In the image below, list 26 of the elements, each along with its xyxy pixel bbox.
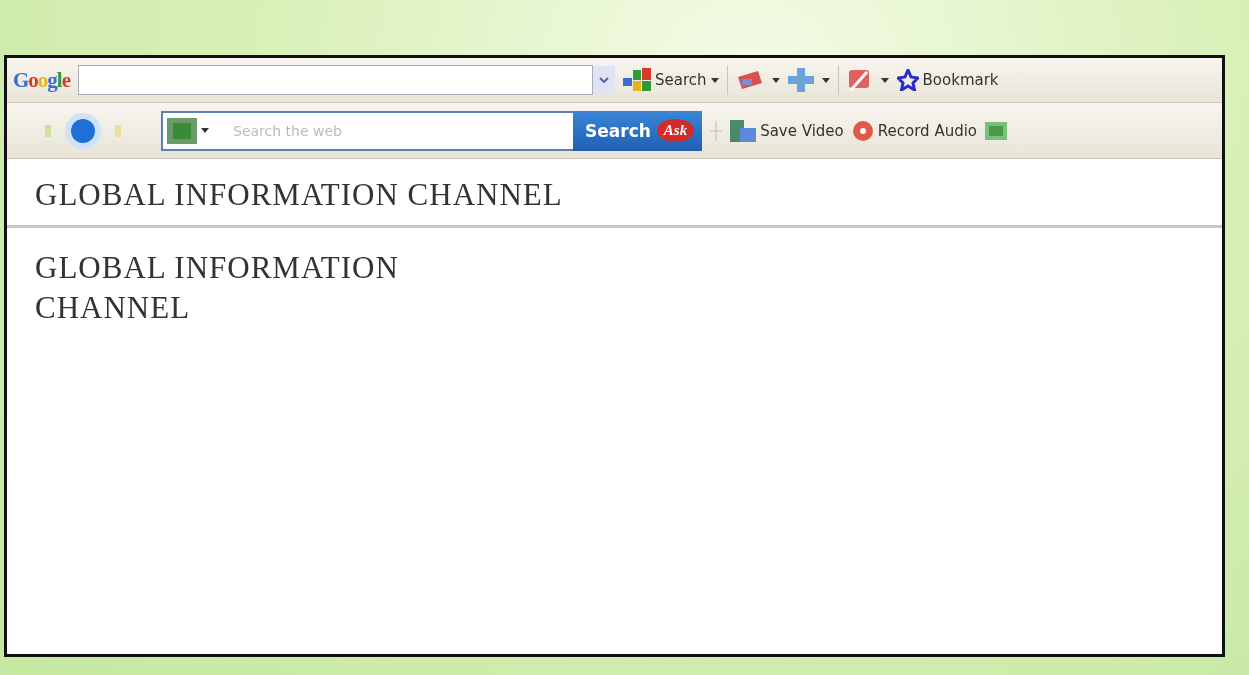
- google-logo: Google: [13, 67, 70, 93]
- record-audio-button[interactable]: Record Audio: [851, 119, 977, 142]
- plus-icon[interactable]: [787, 68, 814, 92]
- bookmarks-button[interactable]: Bookmark: [896, 69, 999, 91]
- dropdown-button[interactable]: [593, 66, 615, 94]
- star-icon: [896, 69, 919, 91]
- page-heading: GLOBAL INFORMATION CHANNEL: [35, 177, 564, 213]
- search-field[interactable]: Search the web: [213, 110, 573, 151]
- record-icon: [851, 119, 874, 142]
- caret-icon: [821, 77, 830, 83]
- search-button[interactable]: Search: [623, 68, 719, 92]
- money-icon[interactable]: [985, 121, 1007, 140]
- search-field[interactable]: [78, 65, 593, 95]
- chevron-icon: [599, 77, 609, 83]
- film-icon: [730, 117, 757, 144]
- separator-icon: [710, 120, 723, 141]
- caret-icon: [771, 77, 780, 83]
- page-text: GLOBAL INFORMATION CHANNEL: [35, 249, 400, 327]
- caret-icon: [880, 77, 889, 83]
- toolbar-icon: [167, 117, 197, 144]
- caret-icon: [201, 128, 209, 133]
- save-video-button[interactable]: Save Video: [730, 117, 844, 144]
- blocks-icon: [623, 68, 651, 92]
- search-button[interactable]: Search Ask: [573, 110, 703, 151]
- engine-selector[interactable]: [161, 110, 213, 151]
- caret-icon: [710, 77, 719, 83]
